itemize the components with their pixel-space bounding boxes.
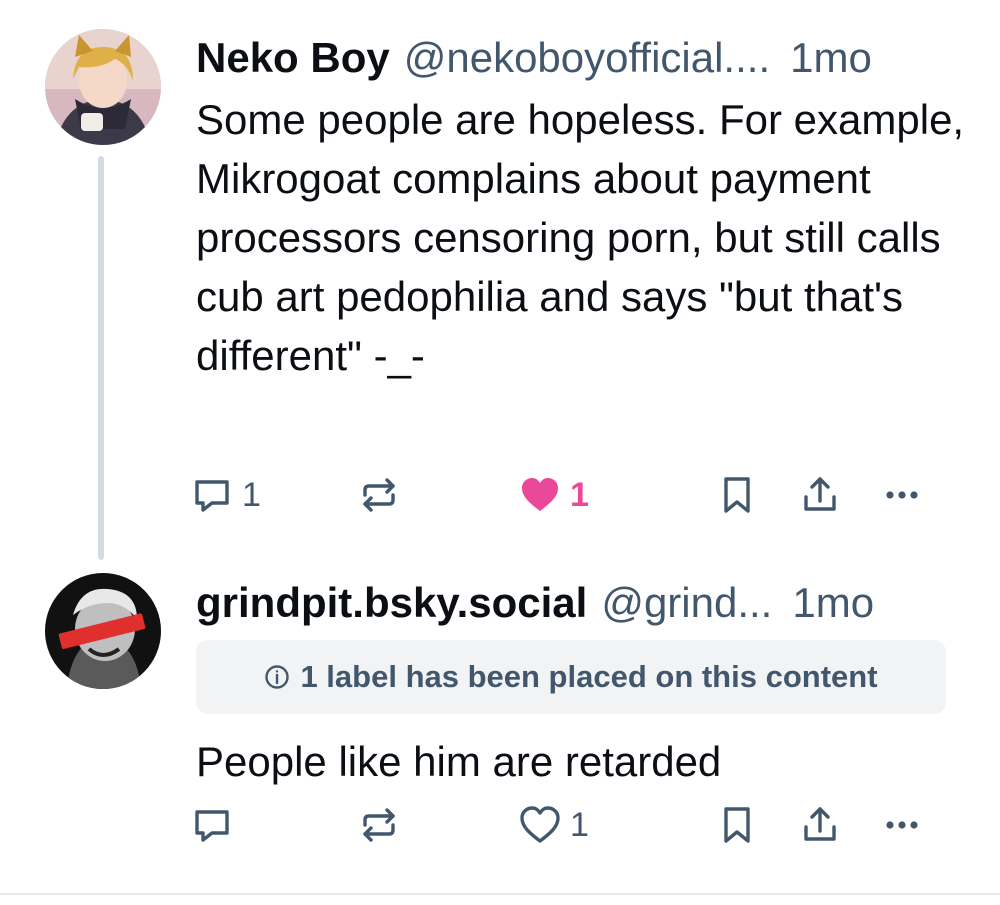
like-button[interactable]: 1 <box>518 797 589 853</box>
repost-button[interactable] <box>357 467 401 523</box>
post-text: People like him are retarded <box>196 738 722 785</box>
more-icon <box>886 491 918 499</box>
post-header: Neko Boy @nekoboyofficial.... 1mo <box>196 33 966 83</box>
repost-icon <box>363 478 395 512</box>
like-button[interactable]: 1 <box>518 467 589 523</box>
author-name[interactable]: grindpit.bsky.social <box>196 578 587 628</box>
avatar[interactable] <box>45 573 161 689</box>
post[interactable]: Neko Boy @nekoboyofficial.... 1mo Some p… <box>0 0 1000 565</box>
thread-line <box>98 156 104 560</box>
reply-count: 1 <box>242 475 261 514</box>
author-handle[interactable]: @nekoboyofficial.... <box>404 33 770 83</box>
info-icon <box>265 665 290 689</box>
bookmark-button[interactable] <box>715 797 759 853</box>
repost-icon <box>363 808 395 842</box>
share-icon <box>804 807 836 841</box>
reply-button[interactable]: 1 <box>190 467 261 523</box>
post-content: grindpit.bsky.social @grind... 1mo 1 lab… <box>196 578 966 791</box>
post-content: Neko Boy @nekoboyofficial.... 1mo Some p… <box>196 33 966 385</box>
post-text: Some people are hopeless. For example, M… <box>196 96 965 379</box>
share-icon <box>804 477 836 511</box>
share-button[interactable] <box>798 797 842 853</box>
heart-icon <box>520 806 560 843</box>
more-options-button[interactable] <box>880 797 924 853</box>
more-icon <box>886 821 918 829</box>
reply-icon <box>195 480 229 512</box>
like-count: 1 <box>570 475 589 514</box>
bookmark-button[interactable] <box>715 467 759 523</box>
post-header: grindpit.bsky.social @grind... 1mo <box>196 578 966 628</box>
author-handle[interactable]: @grind... <box>601 578 772 628</box>
reply-icon <box>195 810 229 842</box>
label-notice-text: 1 label has been placed on this content <box>300 659 878 694</box>
share-button[interactable] <box>798 467 842 523</box>
reply-button[interactable] <box>190 797 234 853</box>
more-options-button[interactable] <box>880 467 924 523</box>
divider <box>0 893 1000 895</box>
avatar[interactable] <box>45 29 161 145</box>
post-timestamp[interactable]: 1mo <box>792 578 874 628</box>
repost-button[interactable] <box>357 797 401 853</box>
post-timestamp[interactable]: 1mo <box>790 33 872 83</box>
post-actions: 1 <box>190 797 950 853</box>
post-actions: 1 1 <box>190 467 950 523</box>
heart-icon <box>522 478 558 511</box>
author-name[interactable]: Neko Boy <box>196 33 390 83</box>
content-label-notice[interactable]: 1 label has been placed on this content <box>196 640 946 714</box>
like-count: 1 <box>570 805 589 844</box>
bookmark-icon <box>724 807 750 843</box>
bookmark-icon <box>724 477 750 513</box>
post[interactable]: grindpit.bsky.social @grind... 1mo 1 lab… <box>0 565 1000 893</box>
